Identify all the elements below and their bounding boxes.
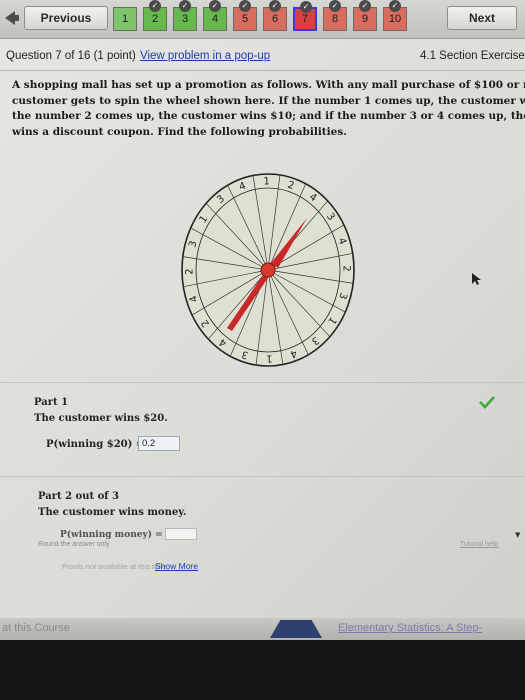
question-box-1[interactable]: 1 (113, 7, 137, 31)
answered-check-icon: ✓ (179, 0, 191, 12)
question-box-6[interactable]: 6 ✓ (263, 0, 287, 31)
question-box-3[interactable]: 3 ✓ (173, 0, 197, 31)
question-box-9[interactable]: 9 ✓ (353, 0, 377, 31)
course-title-link[interactable]: Elementary Statistics: A Step- (338, 622, 482, 634)
wheel-number-label: 1 (263, 176, 270, 187)
question-box-4[interactable]: 4 ✓ (203, 0, 227, 31)
show-more-link[interactable]: Show More (155, 561, 198, 571)
question-box-label: 7 (301, 13, 309, 25)
answered-check-icon: ✓ (149, 0, 161, 12)
answered-check-icon: ✓ (329, 0, 341, 12)
popup-link[interactable]: View problem in a pop-up (140, 50, 270, 62)
problem-line: A shopping mall has set up a promotion a… (12, 79, 525, 91)
question-box-label: 8 (331, 13, 339, 25)
question-box-8[interactable]: 8 ✓ (323, 0, 347, 31)
question-header: Question 7 of 16 (1 point) View problem … (0, 44, 525, 71)
part-1-title: Part 1 (34, 397, 69, 408)
footer-note: Proofs not available at this time (62, 562, 167, 571)
tutorial-link[interactable]: Tutorial help (460, 541, 498, 548)
part-2-section: Part 2 out of 3 The customer wins money.… (0, 476, 525, 557)
question-box-7[interactable]: 7 ✓ (293, 1, 317, 31)
question-box-label: 2 (151, 13, 159, 25)
question-box-label: 3 (181, 13, 189, 25)
answered-check-icon: ✓ (269, 0, 281, 12)
correct-check-icon (479, 396, 495, 409)
question-box-label: 4 (211, 13, 219, 25)
problem-text: A shopping mall has set up a promotion a… (12, 78, 525, 140)
mouse-cursor-icon (472, 273, 481, 285)
part-2-expression: P(winning money) = (60, 530, 163, 540)
course-tab[interactable] (270, 620, 322, 638)
wheel-number-label: 1 (266, 352, 273, 363)
problem-line: wins a discount coupon. Find the followi… (12, 125, 347, 138)
question-box-5[interactable]: 5 ✓ (233, 0, 257, 31)
scroll-down-icon[interactable]: ▼ (515, 531, 520, 539)
question-box-label: 6 (271, 13, 279, 25)
question-navbar: Previous 1 2 ✓ 3 ✓ 4 ✓ 5 ✓ 6 ✓ 7 ✓ 8 ✓ 9 ✓ 10 ✓ Next (0, 0, 525, 39)
question-box-2[interactable]: 2 ✓ (143, 0, 167, 31)
part-1-answer-field[interactable]: 0.2 (138, 436, 180, 451)
back-arrow-icon[interactable] (0, 4, 22, 32)
next-button[interactable]: Next (447, 6, 517, 30)
screen: Previous 1 2 ✓ 3 ✓ 4 ✓ 5 ✓ 6 ✓ 7 ✓ 8 ✓ 9 ✓ 10 ✓ Next Quest… (0, 0, 525, 640)
answered-check-icon: ✓ (209, 0, 221, 12)
course-bar: at this Course Elementary Statistics: A … (0, 618, 525, 640)
part-1-question: The customer wins $20. (34, 413, 168, 424)
question-box-label: 9 (361, 13, 369, 25)
problem-line: customer gets to spin the wheel shown he… (12, 94, 525, 107)
part-2-hint: Round the answer only (38, 541, 110, 548)
answered-check-icon: ✓ (239, 0, 251, 12)
question-box-label: 1 (121, 13, 129, 25)
part-2-answer-field[interactable] (165, 528, 197, 540)
question-box-label: 10 (388, 13, 402, 25)
answered-check-icon: ✓ (300, 1, 312, 13)
prize-wheel: 1 2434231341342423134 (181, 173, 355, 367)
course-left-text[interactable]: at this Course (2, 622, 70, 634)
wheel-number-label: 2 (184, 268, 195, 275)
answered-check-icon: ✓ (359, 0, 371, 12)
answered-check-icon: ✓ (389, 0, 401, 12)
wheel-hub (260, 262, 276, 278)
wheel-number-label: 2 (340, 265, 351, 272)
part-1-expression: P(winning $20) = (46, 439, 145, 450)
question-box-10[interactable]: 10 ✓ (383, 0, 407, 31)
previous-button[interactable]: Previous (24, 6, 108, 30)
question-box-label: 5 (241, 13, 249, 25)
part-1-section: Part 1 The customer wins $20. P(winning … (0, 382, 525, 477)
part-2-title: Part 2 out of 3 (38, 491, 119, 502)
part-2-question: The customer wins money. (38, 507, 187, 518)
problem-line: the number 2 comes up, the customer wins… (12, 110, 525, 122)
question-number-label: Question 7 of 16 (1 point) (6, 50, 136, 62)
section-label: 4.1 Section Exercise (420, 50, 525, 62)
